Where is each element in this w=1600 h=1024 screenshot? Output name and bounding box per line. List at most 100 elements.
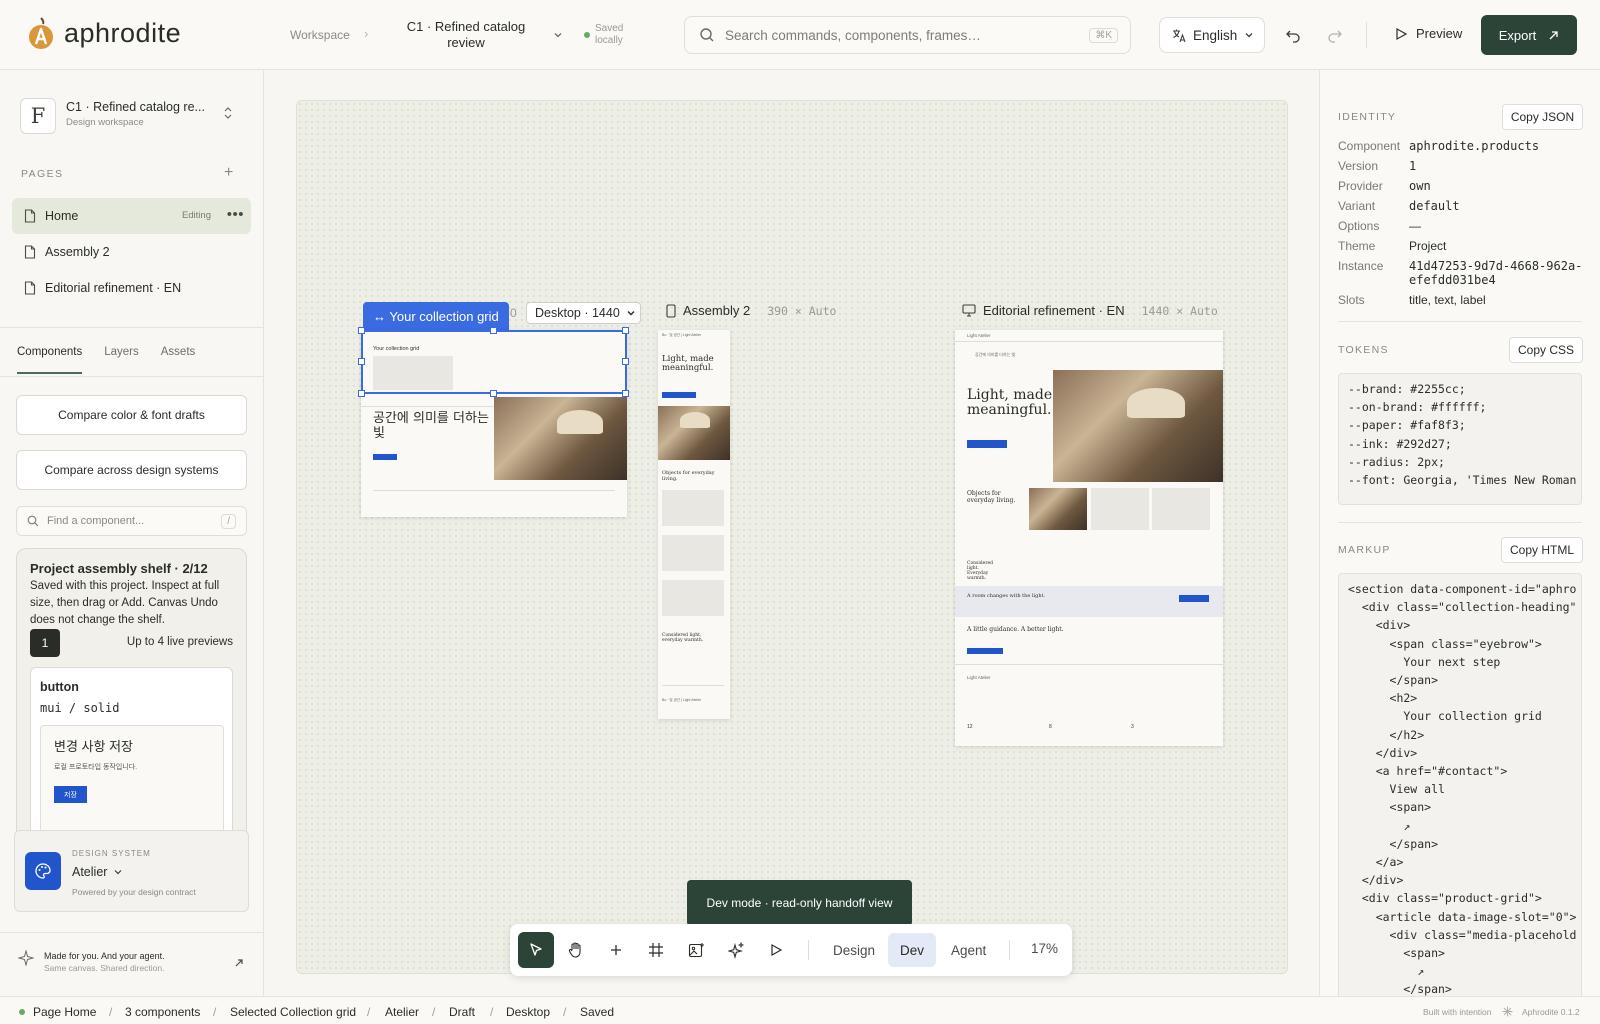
shelf-count[interactable]: 1 — [30, 629, 60, 657]
shelf-component-card[interactable]: button mui / solid 변경 사항 저장 로컬 프로토타입 동작입… — [30, 667, 233, 831]
language-label: English — [1193, 27, 1238, 43]
find-placeholder: Find a component... — [47, 515, 145, 527]
field-label: Instance — [1338, 259, 1384, 273]
image-tool[interactable] — [678, 932, 714, 968]
command-search[interactable]: Search commands, components, frames… ⌘K — [684, 16, 1131, 54]
add-page-button[interactable]: + — [224, 164, 233, 182]
tab-components[interactable]: Components — [17, 346, 83, 374]
divider — [955, 664, 1223, 665]
ai-tool[interactable] — [718, 932, 754, 968]
mode-dev[interactable]: Dev — [888, 933, 937, 967]
select-tool[interactable] — [518, 932, 554, 968]
arrow-up-right-icon[interactable] — [234, 958, 244, 968]
design-system-sub: Powered by your design contract — [72, 887, 196, 897]
frame-subheading: Objects for everyday living. — [967, 490, 1016, 504]
translate-icon — [1173, 29, 1186, 42]
compare-drafts-button[interactable]: Compare color & font drafts — [16, 395, 247, 435]
cursor-icon — [530, 943, 542, 956]
language-select[interactable]: English — [1159, 17, 1265, 53]
resize-handle[interactable] — [358, 327, 365, 334]
markup-code[interactable]: <section data-component-id="aphro <div c… — [1338, 573, 1582, 996]
frame-assembly-mobile[interactable]: Bo · 및 공간 | Light Atelier Light, made me… — [658, 330, 730, 719]
page-item-home[interactable]: Home Editing ••• — [12, 198, 251, 234]
frame-brand: Light Atelier — [967, 333, 991, 338]
copy-html-button[interactable]: Copy HTML — [1501, 537, 1583, 563]
frame-name: Assembly 2 — [683, 303, 751, 318]
frame-label-assembly[interactable]: Assembly 2 390 × Auto — [666, 303, 836, 318]
export-label: Export — [1498, 27, 1537, 43]
play-tool[interactable] — [758, 932, 794, 968]
image-placeholder — [662, 580, 724, 616]
app-logo[interactable]: aphrodite — [26, 16, 181, 50]
selection-label[interactable]: ↔ Your collection grid — [363, 302, 509, 330]
frame-subheading-2: Considered light, everyday warmth. — [662, 633, 704, 643]
design-system-select[interactable]: Atelier — [72, 865, 123, 879]
mode-agent[interactable]: Agent — [939, 933, 998, 967]
sparkles-icon — [727, 941, 744, 959]
dev-mode-toast: Dev mode · read-only handoff view — [687, 880, 912, 926]
chevron-down-icon — [627, 311, 635, 316]
frame-label-editorial[interactable]: Editorial refinement · EN 1440 × Auto — [962, 303, 1218, 318]
frame-dims: 1440 × Auto — [1141, 303, 1218, 318]
play-icon — [771, 943, 783, 957]
more-icon[interactable]: ••• — [227, 206, 244, 223]
chevron-updown-icon[interactable] — [222, 106, 234, 120]
resize-handle[interactable] — [358, 390, 365, 397]
breadcrumb-workspace[interactable]: Workspace — [290, 28, 350, 42]
search-placeholder: Search commands, components, frames… — [725, 27, 981, 43]
resize-handle[interactable] — [622, 327, 629, 334]
redo-button[interactable] — [1324, 24, 1346, 46]
hand-tool[interactable] — [558, 932, 594, 968]
field-value: default — [1409, 199, 1460, 213]
undo-button[interactable] — [1282, 24, 1304, 46]
logo-icon — [29, 17, 53, 49]
field-value: 1 — [1409, 159, 1417, 173]
frame-icon — [649, 943, 663, 957]
page-item-editorial[interactable]: Editorial refinement · EN — [12, 270, 251, 306]
selection-box[interactable] — [361, 330, 627, 394]
find-component-input[interactable]: Find a component... / — [16, 506, 247, 536]
zoom-level[interactable]: 17% — [1031, 941, 1058, 956]
palette-icon — [25, 852, 61, 890]
copy-css-button[interactable]: Copy CSS — [1509, 337, 1583, 363]
frame-brand: Bo · 및 공간 | Light Atelier — [662, 333, 702, 337]
resize-handle[interactable] — [490, 327, 497, 334]
status-sep: / — [109, 1005, 113, 1019]
field-value: Project — [1409, 239, 1447, 253]
copy-json-button[interactable]: Copy JSON — [1502, 104, 1583, 130]
design-system-card[interactable]: DESIGN SYSTEM Atelier Powered by your de… — [14, 830, 249, 912]
frame-heading: Light, made meaningful. — [967, 387, 1053, 418]
frame-editorial-desktop[interactable]: Light Atelier 공간에 의미를 더하는 빛 Light, made … — [955, 330, 1223, 746]
frame-tool[interactable] — [638, 932, 674, 968]
field-label: Version — [1338, 159, 1379, 173]
promo-subtitle: Same canvas. Shared direction. — [44, 963, 165, 973]
resize-handle[interactable] — [358, 358, 365, 365]
tab-layers[interactable]: Layers — [104, 346, 139, 374]
chevron-down-icon[interactable] — [552, 29, 564, 41]
divider — [1338, 321, 1582, 322]
component-name: button — [40, 680, 79, 694]
field-label: Provider — [1338, 179, 1383, 193]
field-label: Slots — [1338, 293, 1365, 307]
frame-heading: Light, made meaningful. — [662, 354, 714, 373]
resize-handle[interactable] — [622, 390, 629, 397]
field-value: aphrodite.products — [1409, 139, 1540, 153]
chevron-down-icon — [115, 870, 122, 875]
tab-assets[interactable]: Assets — [161, 346, 196, 374]
breakpoint-select[interactable]: Desktop · 1440 — [526, 302, 641, 324]
resize-handle[interactable] — [622, 358, 629, 365]
workspace-switcher[interactable]: F C1 · Refined catalog re... Design work… — [20, 98, 205, 134]
resize-handle[interactable] — [490, 390, 497, 397]
file-title[interactable]: C1 · Refined catalog review — [395, 19, 537, 51]
band-heading: A room changes with the light. — [967, 593, 1046, 599]
add-tool[interactable] — [598, 932, 634, 968]
preview-button[interactable]: Preview — [1394, 26, 1462, 41]
image-placeholder — [1091, 488, 1149, 530]
export-button[interactable]: Export — [1481, 15, 1577, 55]
compare-systems-button[interactable]: Compare across design systems — [16, 450, 247, 490]
workspace-avatar: F — [20, 98, 56, 134]
page-item-assembly-2[interactable]: Assembly 2 — [12, 234, 251, 270]
mode-design[interactable]: Design — [821, 933, 887, 967]
frame-dims-partial: 0 — [510, 306, 517, 320]
tokens-code[interactable]: --brand: #2255cc; --on-brand: #ffffff; -… — [1338, 373, 1582, 505]
